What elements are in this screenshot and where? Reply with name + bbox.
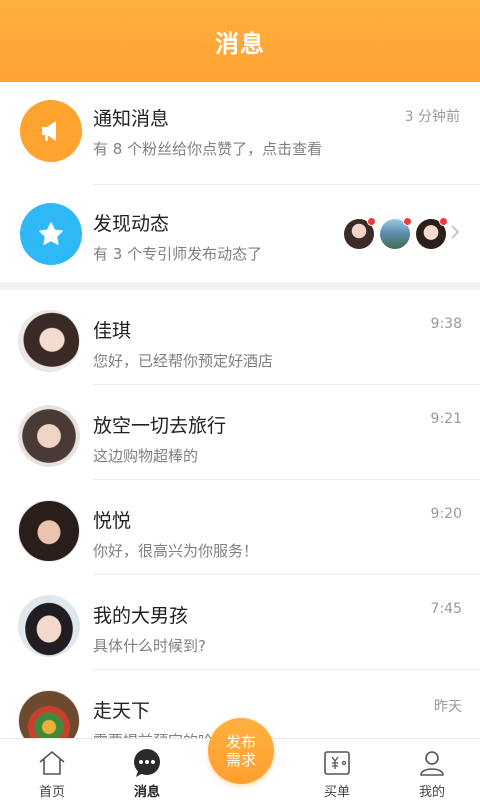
chat-message: 你好，很高兴为你服务！ [93, 542, 259, 560]
chat-message: 这边购物超棒的 [93, 447, 199, 465]
chevron-right-icon [451, 225, 460, 239]
publish-label-line2: 需求 [225, 751, 256, 769]
chat-list: 佳琪 您好，已经帮你预定好酒店 9:38 放空一切去旅行 这边购物超棒的 9:2… [0, 290, 480, 765]
notification-subtitle: 有 8 个粉丝给你点赞了，点击查看 [93, 140, 323, 158]
notification-title: 通知消息 [93, 108, 170, 130]
guide-avatar [416, 217, 448, 249]
system-message-list: 通知消息 有 8 个粉丝给你点赞了，点击查看 3 分钟前 发现动态 有 3 个专… [0, 82, 480, 265]
unread-dot [403, 217, 412, 226]
tab-messages[interactable]: 消息 [107, 739, 187, 800]
avatar [18, 310, 80, 372]
chat-item[interactable]: 放空一切去旅行 这边购物超棒的 9:21 [0, 385, 480, 480]
chat-name: 走天下 [93, 700, 151, 722]
unread-dot [367, 217, 376, 226]
chat-time: 9:21 [430, 411, 462, 427]
avatar [18, 595, 80, 657]
guide-avatar [344, 217, 376, 249]
unread-dot [439, 217, 448, 226]
tab-label: 消息 [133, 785, 160, 800]
chat-time: 9:38 [430, 316, 462, 332]
profile-icon [416, 747, 448, 779]
chat-item[interactable]: 佳琪 您好，已经帮你预定好酒店 9:38 [0, 290, 480, 385]
section-divider [0, 282, 480, 290]
star-icon [20, 203, 82, 265]
bill-icon [321, 747, 353, 779]
discover-title: 发现动态 [93, 213, 170, 235]
chat-time: 9:20 [430, 506, 462, 522]
tab-profile[interactable]: 我的 [392, 739, 472, 800]
chat-name: 放空一切去旅行 [93, 415, 227, 437]
chat-message: 具体什么时候到? [93, 637, 206, 655]
chat-message: 您好，已经帮你预定好酒店 [93, 352, 274, 370]
notification-time: 3 分钟前 [404, 109, 460, 125]
chat-bubble-icon [131, 747, 163, 779]
page-title: 消息 [215, 29, 265, 58]
chat-item[interactable]: 悦悦 你好，很高兴为你服务！ 9:20 [0, 480, 480, 575]
avatar [18, 405, 80, 467]
notification-item[interactable]: 通知消息 有 8 个粉丝给你点赞了，点击查看 3 分钟前 [0, 82, 480, 185]
chat-name: 佳琪 [93, 320, 132, 342]
publish-label-line1: 发布 [225, 733, 256, 751]
chat-name: 悦悦 [93, 510, 132, 532]
tab-label: 首页 [38, 785, 65, 800]
tab-label: 买单 [323, 785, 350, 800]
chat-name: 我的大男孩 [93, 605, 189, 627]
guide-avatar [380, 217, 412, 249]
chat-item[interactable]: 我的大男孩 具体什么时候到? 7:45 [0, 575, 480, 670]
chat-time: 7:45 [430, 601, 462, 617]
tab-label: 我的 [418, 785, 445, 800]
discover-subtitle: 有 3 个专引师发布动态了 [93, 245, 263, 263]
chat-time: 昨天 [434, 699, 462, 715]
tab-home[interactable]: 首页 [12, 739, 92, 800]
discover-item[interactable]: 发现动态 有 3 个专引师发布动态了 [0, 185, 480, 280]
avatar [18, 500, 80, 562]
home-icon [36, 747, 68, 779]
guide-avatars [344, 217, 448, 249]
header-bar: 消息 [0, 0, 480, 82]
tab-bill[interactable]: 买单 [297, 739, 377, 800]
publish-request-button[interactable]: 发布 需求 [208, 718, 274, 784]
megaphone-icon [20, 100, 82, 162]
